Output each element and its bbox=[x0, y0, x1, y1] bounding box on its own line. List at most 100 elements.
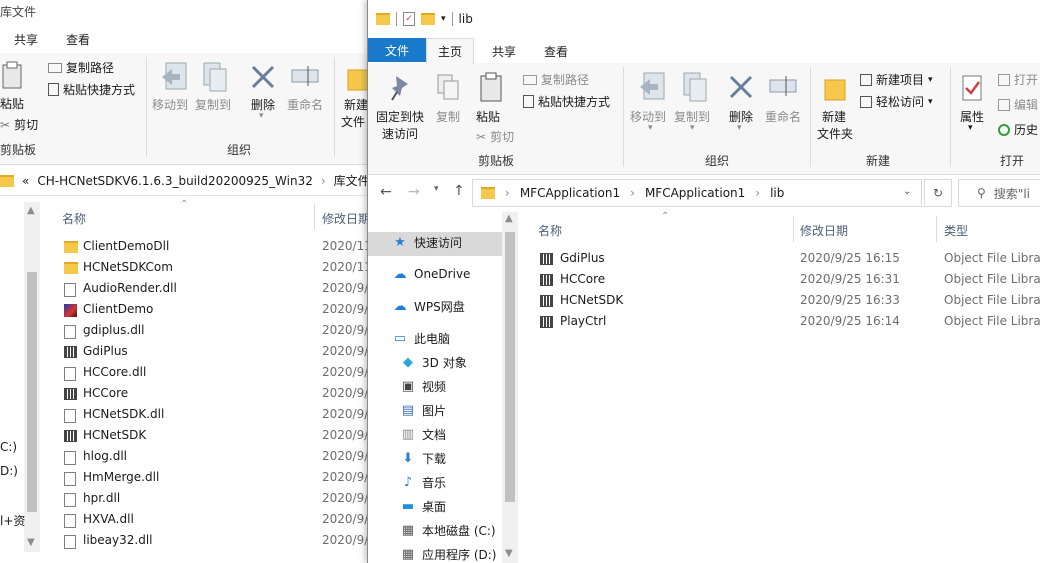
nav-item[interactable]: ▦ 本地磁盘 (C:) bbox=[400, 518, 496, 542]
paste-button[interactable]: 粘贴 bbox=[0, 95, 24, 112]
copy-path-button[interactable]: 复制路径 bbox=[523, 71, 589, 88]
nav-item[interactable]: ♪ 音乐 bbox=[400, 470, 446, 494]
paste-button[interactable]: 粘贴 bbox=[476, 108, 500, 125]
scroll-up-icon[interactable]: ▲ bbox=[505, 213, 513, 224]
nav-item[interactable]: ▦ 应用程序 (D:) bbox=[400, 542, 497, 563]
list-item[interactable]: PlayCtrl 2020/9/25 16:14 Object File Libra… bbox=[538, 311, 1040, 332]
nav-item[interactable]: ▥ 文档 bbox=[400, 422, 446, 446]
back-arrow-icon[interactable]: ← bbox=[380, 184, 392, 200]
column-divider[interactable] bbox=[936, 216, 937, 242]
list-item[interactable]: HmMerge.dll 2020/9/ bbox=[62, 467, 368, 488]
breadcrumb[interactable]: « CH-HCNetSDKV6.1.6.3_build20200925_Win3… bbox=[0, 166, 370, 196]
copy-path-button[interactable]: 复制路径 bbox=[48, 59, 114, 76]
list-item[interactable]: HCCore.dll 2020/9/ bbox=[62, 362, 368, 383]
open-button[interactable]: 打开 bbox=[998, 71, 1038, 88]
properties-check-icon[interactable]: ✓ bbox=[403, 12, 415, 26]
list-item[interactable]: HCNetSDK 2020/9/ bbox=[62, 425, 368, 446]
scrollbar-thumb[interactable] bbox=[27, 272, 37, 512]
tab-file[interactable]: 文件 bbox=[368, 38, 426, 62]
list-item[interactable]: HCNetSDK.dll 2020/9/ bbox=[62, 404, 368, 425]
nav-item-label: 文档 bbox=[422, 427, 447, 442]
column-header-name[interactable]: 名称 bbox=[62, 210, 86, 227]
column-header-modified[interactable]: 修改日期 bbox=[800, 222, 848, 239]
cut-button[interactable]: ✂ 剪切 bbox=[476, 128, 514, 145]
list-item[interactable]: gdiplus.dll 2020/9/ bbox=[62, 320, 368, 341]
list-item[interactable]: HXVA.dll 2020/9/ bbox=[62, 509, 368, 530]
rename-button[interactable]: 重命名 bbox=[765, 108, 801, 125]
list-item[interactable]: GdiPlus 2020/9/25 16:15 Object File Librar… bbox=[538, 248, 1040, 269]
column-header-name[interactable]: 名称 bbox=[538, 222, 562, 239]
nav-item[interactable]: ☁ WPS网盘 bbox=[392, 294, 465, 318]
list-item[interactable]: ClientDemo 2020/9/ bbox=[62, 299, 368, 320]
list-item[interactable]: hlog.dll 2020/9/ bbox=[62, 446, 368, 467]
new-folder-quick-icon[interactable] bbox=[421, 13, 435, 25]
rename-button[interactable]: 重命名 bbox=[287, 96, 323, 113]
edit-button[interactable]: 编辑 bbox=[998, 96, 1038, 113]
recent-locations-icon[interactable]: ▾ bbox=[434, 184, 439, 194]
address-dropdown-icon[interactable]: ⌄ bbox=[903, 186, 911, 197]
breadcrumb-item-2[interactable]: MFCApplication1 bbox=[645, 186, 745, 200]
tab-view[interactable]: 查看 bbox=[66, 31, 90, 48]
nav-drive-c[interactable]: C:) bbox=[0, 440, 17, 454]
list-item[interactable]: HCCore 2020/9/25 16:31 Object File Library bbox=[538, 269, 1040, 290]
scroll-down-icon[interactable]: ▼ bbox=[505, 548, 513, 559]
rename-icon bbox=[290, 61, 320, 93]
column-header-modified[interactable]: 修改日期 bbox=[322, 210, 370, 227]
nav-item[interactable]: ▣ 视频 bbox=[400, 374, 446, 398]
breadcrumb-item-3[interactable]: lib bbox=[770, 186, 784, 200]
cut-button[interactable]: ✂ 剪切 bbox=[0, 116, 38, 133]
easy-access-button[interactable]: 轻松访问 ▾ bbox=[860, 93, 933, 110]
list-item[interactable]: HCNetSDKCom 2020/11 bbox=[62, 257, 370, 278]
address-bar[interactable]: › MFCApplication1 › MFCApplication1 › li… bbox=[472, 179, 922, 207]
nav-item[interactable]: ◆ 3D 对象 bbox=[400, 350, 467, 374]
list-item[interactable]: ClientDemoDll 2020/11 bbox=[62, 236, 370, 257]
list-item[interactable]: AudioRender.dll 2020/9/ bbox=[62, 278, 368, 299]
tab-home[interactable]: 主页 bbox=[426, 38, 474, 64]
breadcrumb-part-lib[interactable]: 库文件 bbox=[334, 172, 370, 189]
nav-item[interactable]: ⬇ 下载 bbox=[400, 446, 446, 470]
list-item[interactable]: GdiPlus 2020/9/ bbox=[62, 341, 368, 362]
new-folder-button[interactable]: 新建 bbox=[344, 96, 368, 113]
scrollbar-thumb[interactable] bbox=[505, 232, 515, 502]
new-item-button[interactable]: 新建项目 ▾ bbox=[860, 71, 933, 88]
front-explorer-window[interactable]: ✓ ▾ lib 文件 主页 共享 查看 固定到快 速访问 复制 粘贴 ✂ 剪切 复… bbox=[367, 0, 1040, 563]
tab-view[interactable]: 查看 bbox=[544, 43, 568, 60]
breadcrumb-part-sdk[interactable]: CH-HCNetSDKV6.1.6.3_build20200925_Win32 bbox=[37, 174, 313, 188]
paste-shortcut-button[interactable]: 粘贴快捷方式 bbox=[523, 93, 610, 110]
paste-shortcut-button[interactable]: 粘贴快捷方式 bbox=[48, 81, 135, 98]
history-button[interactable]: 历史 bbox=[998, 121, 1038, 138]
copy-button[interactable]: 复制 bbox=[436, 108, 460, 125]
tab-share[interactable]: 共享 bbox=[492, 43, 516, 60]
move-to-button[interactable]: 移动到 bbox=[152, 96, 188, 113]
refresh-icon[interactable]: ↻ bbox=[924, 179, 952, 207]
customize-quick-access-icon[interactable]: ▾ bbox=[441, 14, 446, 24]
tab-share[interactable]: 共享 bbox=[14, 31, 38, 48]
nav-item[interactable]: ▬ 桌面 bbox=[400, 494, 446, 518]
column-divider[interactable] bbox=[314, 204, 315, 230]
forward-arrow-icon[interactable]: → bbox=[408, 184, 420, 200]
pin-quick-access-button[interactable]: 固定到快 bbox=[376, 108, 424, 125]
nav-item[interactable]: ★ 快速访问 bbox=[392, 230, 462, 254]
scroll-down-icon[interactable]: ▼ bbox=[27, 537, 35, 548]
scroll-up-icon[interactable]: ▲ bbox=[27, 205, 35, 216]
column-divider[interactable] bbox=[793, 216, 794, 242]
search-input[interactable]: ⚲ 搜索"li bbox=[958, 179, 1040, 207]
nav-item[interactable]: ▭ 此电脑 bbox=[392, 326, 450, 350]
back-explorer-window[interactable]: 库文件 共享 查看 粘贴 ✂ 剪切 复制路径 粘贴快捷方式 移动到 复制到 删除 … bbox=[0, 0, 370, 563]
breadcrumb-chevron[interactable]: « bbox=[22, 174, 29, 188]
list-item[interactable]: HCCore 2020/9/ bbox=[62, 383, 368, 404]
copy-to-button[interactable]: 复制到 bbox=[195, 96, 231, 113]
nav-item-partial[interactable]: l+资 bbox=[0, 512, 25, 529]
list-item[interactable]: hpr.dll 2020/9/ bbox=[62, 488, 368, 509]
up-arrow-icon[interactable]: ↑ bbox=[453, 183, 465, 199]
new-folder-button[interactable]: 新建 bbox=[822, 108, 846, 125]
list-item[interactable]: HCNetSDK 2020/9/25 16:33 Object File Libra… bbox=[538, 290, 1040, 311]
column-header-type[interactable]: 类型 bbox=[944, 222, 968, 239]
breadcrumb-item-1[interactable]: MFCApplication1 bbox=[520, 186, 620, 200]
nav-scrollbar[interactable] bbox=[24, 202, 40, 552]
nav-item[interactable]: ☁ OneDrive bbox=[392, 262, 471, 286]
nav-scrollbar[interactable] bbox=[502, 212, 518, 563]
list-item[interactable]: libeay32.dll 2020/9/ bbox=[62, 530, 368, 551]
nav-item[interactable]: ▤ 图片 bbox=[400, 398, 446, 422]
nav-drive-d[interactable]: D:) bbox=[0, 464, 18, 478]
